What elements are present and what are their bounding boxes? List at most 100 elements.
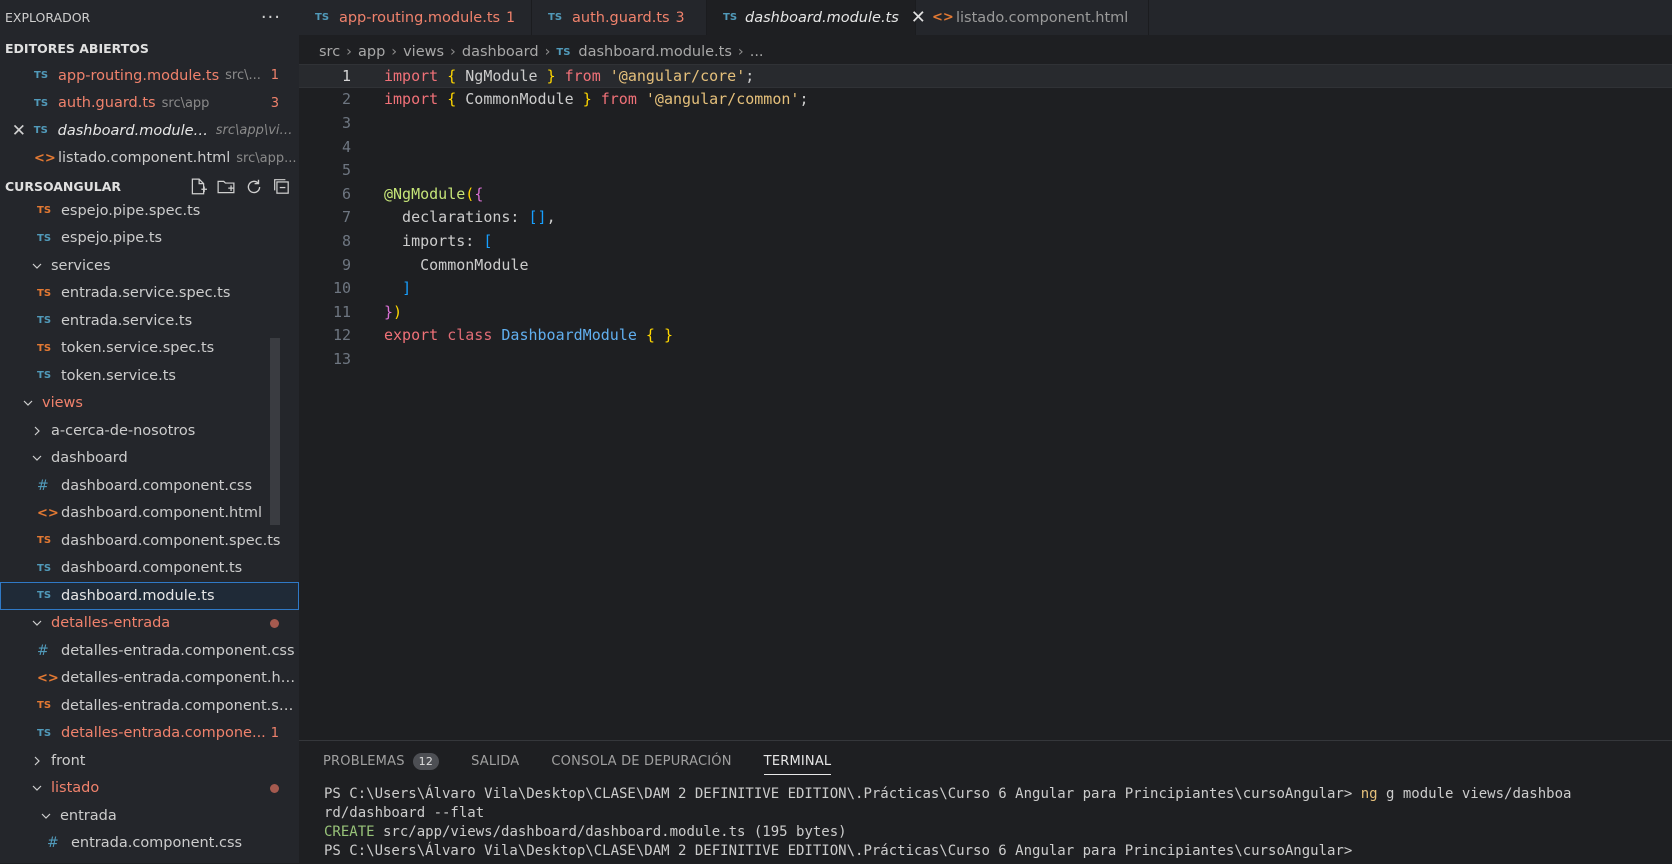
- file-tree: TS espejo.pipe.spec.ts TS espejo.pipe.ts…: [0, 197, 299, 857]
- code-line[interactable]: 5: [299, 158, 1672, 182]
- tree-label: espejo.pipe.ts: [61, 230, 163, 247]
- chevron-down-icon: [32, 263, 42, 269]
- chevron-down-icon: [41, 813, 51, 819]
- tab-output[interactable]: SALIDA: [471, 741, 519, 781]
- open-editor-item-active[interactable]: ✕ TS dashboard.module.ts src\app\vie...: [0, 117, 299, 145]
- tab-debug-console[interactable]: CONSOLA DE DEPURACIÓN: [551, 741, 731, 781]
- terminal-line: PS C:\Users\Álvaro Vila\Desktop\CLASE\DA…: [324, 843, 1353, 859]
- line-number: 5: [341, 161, 351, 180]
- tree-file[interactable]: # entrada.component.css: [0, 830, 299, 858]
- tree-label: entrada.service.spec.ts: [61, 285, 231, 302]
- new-file-icon[interactable]: [189, 178, 207, 196]
- tree-file[interactable]: TS token.service.spec.ts: [0, 335, 299, 363]
- tree-file[interactable]: TS dashboard.component.spec.ts: [0, 527, 299, 555]
- line-number: 7: [341, 208, 351, 227]
- tree-file[interactable]: # dashboard.component.css: [0, 472, 299, 500]
- breadcrumb-item[interactable]: dashboard: [462, 44, 539, 60]
- tree-folder[interactable]: front: [0, 747, 299, 775]
- open-editors-header[interactable]: EDITORES ABIERTOS: [0, 35, 299, 62]
- tree-file[interactable]: TS espejo.pipe.spec.ts: [0, 197, 299, 225]
- tree-file[interactable]: <> dashboard.component.html: [0, 500, 299, 528]
- tree-folder[interactable]: services: [0, 252, 299, 280]
- tree-folder[interactable]: listado: [0, 775, 299, 803]
- terminal-command: ng: [1360, 786, 1378, 802]
- open-editor-item[interactable]: TS app-routing.module.ts src\... 1: [0, 62, 299, 90]
- explorer-sidebar: EXPLORADOR ··· EDITORES ABIERTOS TS app-…: [0, 0, 299, 863]
- project-name: CURSOANGULAR: [5, 179, 122, 194]
- code-line[interactable]: 2 import { CommonModule } from '@angular/…: [299, 88, 1672, 112]
- code-line[interactable]: 12 export class DashboardModule { }: [299, 324, 1672, 348]
- tree-folder[interactable]: views: [0, 390, 299, 418]
- code-line[interactable]: 7 declarations: [],: [299, 206, 1672, 230]
- html-file-icon: <>: [37, 670, 59, 686]
- tree-file[interactable]: <> detalles-entrada.component.ht...: [0, 665, 299, 693]
- breadcrumb-item[interactable]: app: [358, 44, 385, 60]
- typescript-file-icon: TS: [33, 125, 48, 137]
- tree-file[interactable]: TS token.service.ts: [0, 362, 299, 390]
- tree-folder[interactable]: detalles-entrada: [0, 610, 299, 638]
- code-line[interactable]: 13: [299, 347, 1672, 371]
- code-line[interactable]: 4: [299, 135, 1672, 159]
- breadcrumb-item[interactable]: src: [319, 44, 340, 60]
- breadcrumb-item[interactable]: views: [403, 44, 444, 60]
- tree-label: dashboard.module.ts: [61, 587, 215, 604]
- tab-dashboard-module[interactable]: TS dashboard.module.ts ✕: [707, 0, 926, 35]
- code-line[interactable]: 10 ]: [299, 276, 1672, 300]
- tab-listado-component[interactable]: <> listado.component.html: [916, 0, 1149, 35]
- terminal-line: rd/dashboard --flat: [324, 805, 485, 821]
- line-number: 1: [341, 66, 351, 85]
- tree-folder[interactable]: entrada: [0, 802, 299, 830]
- terminal-output[interactable]: PS C:\Users\Álvaro Vila\Desktop\CLASE\DA…: [299, 781, 1672, 861]
- breadcrumb-item[interactable]: dashboard.module.ts: [578, 44, 732, 60]
- sidebar-scrollbar[interactable]: [270, 338, 280, 525]
- css-file-icon: #: [37, 477, 49, 494]
- open-editor-name: auth.guard.ts: [58, 95, 156, 112]
- breadcrumb-item[interactable]: ...: [750, 44, 764, 60]
- code-line[interactable]: 6 @NgModule({: [299, 182, 1672, 206]
- collapse-all-icon[interactable]: [273, 178, 291, 196]
- open-editor-name: listado.component.html: [58, 150, 231, 167]
- refresh-icon[interactable]: [245, 178, 263, 196]
- tab-label: CONSOLA DE DEPURACIÓN: [551, 753, 732, 769]
- tab-problems[interactable]: PROBLEMAS 12: [323, 741, 440, 781]
- typescript-file-icon: TS: [37, 370, 52, 382]
- tree-label: dashboard.component.spec.ts: [61, 532, 281, 549]
- code-editor[interactable]: 1 import { NgModule } from '@angular/core…: [299, 64, 1672, 740]
- open-editor-name: app-routing.module.ts: [58, 67, 220, 84]
- tree-label: front: [51, 752, 86, 769]
- chevron-right-icon: ›: [450, 44, 456, 60]
- open-editor-path: src\app...: [236, 150, 297, 166]
- code-line[interactable]: 3: [299, 111, 1672, 135]
- tree-file[interactable]: # detalles-entrada.component.css: [0, 637, 299, 665]
- tree-file[interactable]: TS dashboard.component.ts: [0, 555, 299, 583]
- tree-label: token.service.ts: [61, 367, 176, 384]
- more-actions-icon[interactable]: ···: [261, 7, 281, 28]
- tree-file[interactable]: TS detalles-entrada.component.sp...: [0, 692, 299, 720]
- typescript-spec-icon: TS: [37, 342, 52, 354]
- tab-app-routing[interactable]: TS app-routing.module.ts 1: [299, 0, 532, 35]
- tree-file[interactable]: TS entrada.service.ts: [0, 307, 299, 335]
- code-line[interactable]: 1 import { NgModule } from '@angular/core…: [299, 64, 1672, 88]
- code-line[interactable]: 9 CommonModule: [299, 253, 1672, 277]
- line-number: 13: [332, 349, 351, 368]
- explorer-title: EXPLORADOR: [5, 10, 91, 25]
- code-line[interactable]: 11}): [299, 300, 1672, 324]
- tab-terminal[interactable]: TERMINAL: [763, 741, 832, 781]
- project-header[interactable]: CURSOANGULAR: [0, 173, 299, 200]
- typescript-file-icon: TS: [37, 590, 52, 602]
- problems-count-badge: 12: [412, 752, 440, 770]
- close-editor-icon[interactable]: ✕: [10, 121, 28, 141]
- tab-label: SALIDA: [471, 753, 520, 769]
- tree-file[interactable]: TS detalles-entrada.compone... 1: [0, 720, 299, 748]
- tree-file[interactable]: TS espejo.pipe.ts: [0, 225, 299, 253]
- tree-folder[interactable]: a-cerca-de-nosotros: [0, 417, 299, 445]
- tree-file[interactable]: TS entrada.service.spec.ts: [0, 280, 299, 308]
- terminal-line: CREATE src/app/views/dashboard/dashboard…: [324, 823, 1672, 842]
- code-line[interactable]: 8 imports: [: [299, 229, 1672, 253]
- tree-folder[interactable]: dashboard: [0, 445, 299, 473]
- tab-auth-guard[interactable]: TS auth.guard.ts 3: [532, 0, 707, 35]
- tree-file-selected[interactable]: TS dashboard.module.ts: [0, 582, 299, 610]
- open-editor-item[interactable]: TS auth.guard.ts src\app 3: [0, 90, 299, 118]
- new-folder-icon[interactable]: [217, 178, 235, 196]
- open-editor-item[interactable]: <> listado.component.html src\app...: [0, 145, 299, 173]
